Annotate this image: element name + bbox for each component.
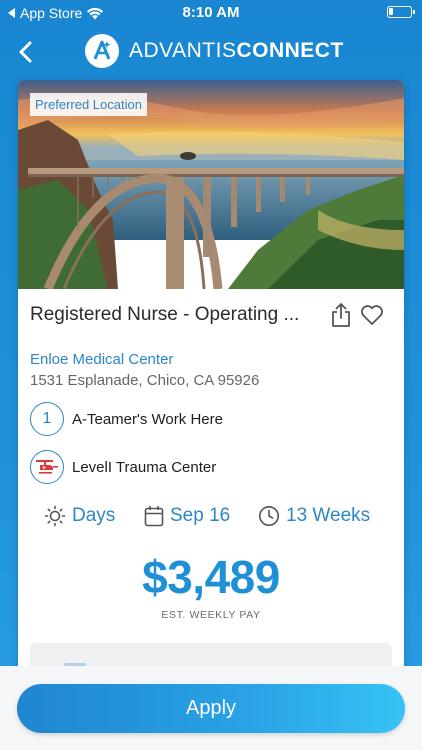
- brand-name-bold: CONNECT: [236, 39, 344, 62]
- duration-info: 13 Weeks: [258, 505, 370, 527]
- facility-name[interactable]: Enloe Medical Center: [30, 351, 173, 368]
- job-title[interactable]: Registered Nurse - Operating ...: [30, 304, 320, 326]
- trauma-center-feature: LevelI Trauma Center: [30, 449, 392, 485]
- a-teamers-feature: 1 A-Teamer's Work Here: [30, 401, 392, 437]
- job-meta: Days Sep 16 13 Weeks: [44, 502, 384, 530]
- share-icon: [332, 303, 350, 327]
- back-button[interactable]: [10, 36, 42, 68]
- favorite-button[interactable]: [360, 304, 384, 326]
- job-title-row: Registered Nurse - Operating ...: [30, 302, 392, 332]
- duration-label: 13 Weeks: [286, 505, 371, 526]
- job-card: Preferred Location Registered Nurse - Op…: [18, 80, 404, 750]
- bottom-action-bar: Apply: [0, 666, 422, 750]
- brand: ADVANTISCONNECT: [85, 34, 344, 68]
- helicopter-icon: [30, 450, 64, 484]
- sun-icon: [44, 505, 66, 527]
- weekly-pay-amount: $3,489: [142, 551, 280, 603]
- clock-icon: [259, 506, 279, 526]
- app-screen: App Store 8:10 AM ADVANTISCONNECT Prefer…: [0, 0, 422, 750]
- shift-info: Days: [44, 505, 144, 527]
- a-teamers-label: A-Teamer's Work Here: [72, 410, 223, 428]
- apply-button[interactable]: Apply: [17, 684, 405, 733]
- calendar-icon: [144, 506, 164, 527]
- trauma-center-label: LevelI Trauma Center: [72, 458, 217, 476]
- a-teamers-count-icon: 1: [30, 402, 64, 436]
- location-photo: Preferred Location: [18, 80, 404, 289]
- heart-icon: [361, 305, 383, 325]
- chevron-left-icon: [19, 41, 32, 63]
- weekly-pay-label: EST. WEEKLY PAY: [161, 609, 261, 621]
- share-button[interactable]: [330, 302, 352, 328]
- shift-label: Days: [72, 505, 116, 526]
- battery-icon: [387, 6, 415, 18]
- brand-name-light: ADVANTIS: [129, 39, 237, 62]
- start-date-label: Sep 16: [170, 505, 231, 526]
- facility-address: 1531 Esplanade, Chico, CA 95926: [30, 372, 260, 389]
- status-time: 8:10 AM: [182, 4, 240, 21]
- advantis-logo-icon: [85, 34, 119, 68]
- preferred-location-badge: Preferred Location: [30, 93, 147, 116]
- start-date-info: Sep 16: [144, 505, 258, 527]
- brand-name: ADVANTISCONNECT: [129, 39, 344, 63]
- status-bar: App Store 8:10 AM: [0, 0, 422, 26]
- nav-bar: ADVANTISCONNECT: [0, 28, 422, 76]
